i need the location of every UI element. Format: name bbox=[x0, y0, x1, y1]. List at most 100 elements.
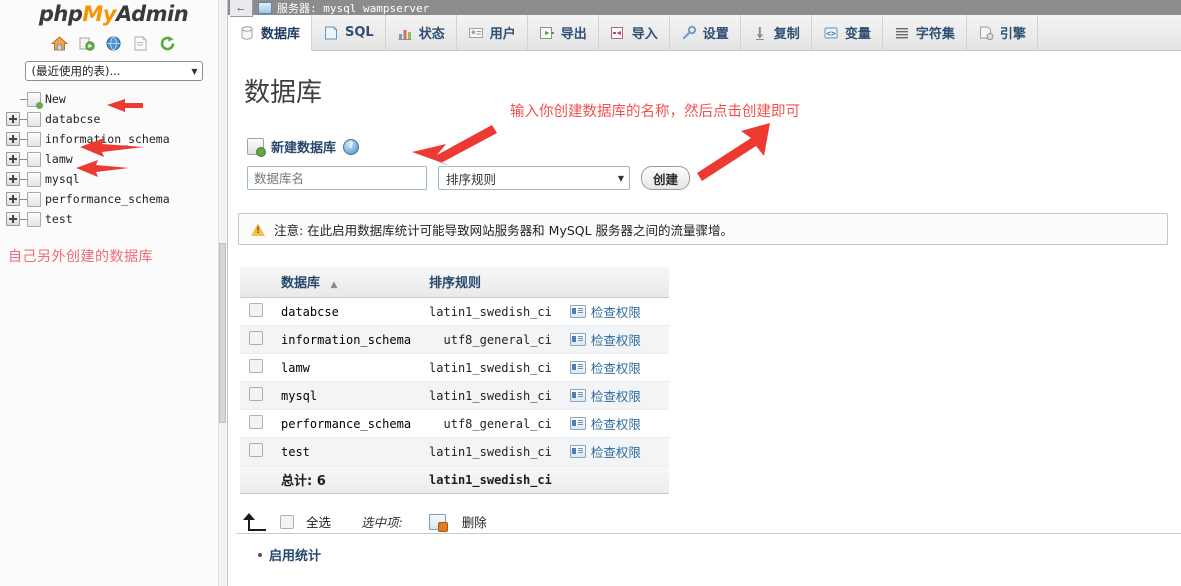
header-database[interactable]: 数据库 ▲ bbox=[272, 267, 421, 298]
check-privileges-label: 检查权限 bbox=[590, 445, 641, 460]
create-button[interactable]: 创建 bbox=[641, 166, 691, 190]
row-check-privileges[interactable]: 检查权限 bbox=[560, 353, 669, 382]
row-checkbox-cell[interactable] bbox=[240, 409, 272, 438]
tree-item-label: information_schema bbox=[45, 132, 170, 146]
tree-item-performance-schema[interactable]: performance_schema bbox=[6, 189, 227, 209]
check-privileges-label: 检查权限 bbox=[590, 361, 641, 376]
row-checkbox[interactable] bbox=[249, 359, 263, 373]
server-title-bar: 服务器: mysql wampserver bbox=[228, 0, 1181, 15]
create-database-form: 排序规则 ▼ 创建 bbox=[247, 166, 1181, 190]
sidebar-scrollbar-thumb[interactable] bbox=[219, 243, 226, 423]
row-collation: utf8_general_ci bbox=[420, 325, 561, 354]
privileges-icon bbox=[569, 417, 586, 430]
table-row[interactable]: information_schema utf8_general_ci 检查权限 bbox=[240, 325, 669, 354]
table-row[interactable]: performance_schema utf8_general_ci 检查权限 bbox=[240, 409, 669, 438]
table-row[interactable]: lamw latin1_swedish_ci 检查权限 bbox=[240, 353, 669, 382]
tree-item-label: New bbox=[45, 92, 66, 106]
logout-icon[interactable] bbox=[78, 35, 95, 52]
enable-statistics-row: 启用统计 bbox=[258, 545, 1181, 564]
row-database-name[interactable]: test bbox=[272, 437, 421, 466]
tree-item-lamw[interactable]: lamw bbox=[6, 149, 227, 169]
expand-plus-icon[interactable] bbox=[6, 152, 20, 166]
database-icon bbox=[27, 111, 41, 127]
tab-charsets[interactable]: 字符集 bbox=[883, 15, 967, 50]
phpmyadmin-logo[interactable]: phpMyAdmin bbox=[0, 0, 227, 28]
tab-sql[interactable]: SQL bbox=[312, 15, 386, 50]
header-collation[interactable]: 排序规则 bbox=[420, 267, 561, 298]
expand-plus-icon[interactable] bbox=[6, 132, 20, 146]
tab-engines[interactable]: 引擎 bbox=[967, 15, 1038, 50]
row-check-privileges[interactable]: 检查权限 bbox=[560, 381, 669, 410]
tree-item-information-schema[interactable]: information_schema bbox=[6, 129, 227, 149]
row-check-privileges[interactable]: 检查权限 bbox=[560, 297, 669, 326]
row-database-name[interactable]: mysql bbox=[272, 381, 421, 410]
tab-export[interactable]: 导出 bbox=[528, 15, 599, 50]
row-checkbox[interactable] bbox=[249, 387, 263, 401]
recent-tables-select[interactable]: (最近使用的表)... ▼ bbox=[24, 61, 203, 81]
tab-databases[interactable]: 数据库 bbox=[228, 15, 313, 51]
tree-item-new[interactable]: New bbox=[6, 89, 227, 109]
row-database-name[interactable]: information_schema bbox=[272, 325, 421, 354]
database-icon bbox=[27, 211, 41, 227]
row-checkbox[interactable] bbox=[249, 415, 263, 429]
select-all-checkbox[interactable] bbox=[280, 514, 294, 529]
tab-replication[interactable]: 复制 bbox=[741, 15, 812, 50]
databases-table: 数据库 ▲ 排序规则 databcse latin1_swedish_ci 检查 bbox=[240, 267, 669, 494]
tree-item-test[interactable]: test bbox=[6, 209, 227, 229]
tree-connector bbox=[20, 158, 27, 160]
tab-settings[interactable]: 设置 bbox=[670, 15, 741, 50]
database-icon bbox=[27, 151, 41, 167]
charset-icon bbox=[894, 25, 910, 41]
enable-statistics-link[interactable]: 启用统计 bbox=[269, 545, 321, 564]
tree-connector bbox=[20, 98, 27, 100]
documentation-globe-icon[interactable] bbox=[105, 35, 122, 52]
row-checkbox[interactable] bbox=[249, 303, 263, 317]
tab-users[interactable]: 用户 bbox=[457, 15, 528, 50]
tab-import[interactable]: 导入 bbox=[599, 15, 670, 50]
row-checkbox-cell[interactable] bbox=[240, 325, 272, 354]
row-database-name[interactable]: performance_schema bbox=[272, 409, 421, 438]
table-row[interactable]: mysql latin1_swedish_ci 检查权限 bbox=[240, 381, 669, 410]
row-checkbox-cell[interactable] bbox=[240, 353, 272, 382]
row-checkbox[interactable] bbox=[249, 331, 263, 345]
tab-variables[interactable]: <> 变量 bbox=[812, 15, 883, 50]
table-row[interactable]: databcse latin1_swedish_ci 检查权限 bbox=[240, 297, 669, 326]
docs-page-icon[interactable] bbox=[132, 35, 149, 52]
table-row[interactable]: test latin1_swedish_ci 检查权限 bbox=[240, 437, 669, 466]
tree-item-databcse[interactable]: databcse bbox=[6, 109, 227, 129]
row-database-name[interactable]: lamw bbox=[272, 353, 421, 382]
check-privileges-label: 检查权限 bbox=[590, 333, 641, 348]
sort-ascending-icon: ▲ bbox=[330, 280, 338, 290]
back-button[interactable]: ← bbox=[230, 0, 253, 17]
expand-plus-icon[interactable] bbox=[6, 172, 20, 186]
tab-label: 数据库 bbox=[261, 27, 301, 42]
tab-status[interactable]: 状态 bbox=[386, 15, 457, 50]
tree-item-label: test bbox=[45, 212, 73, 226]
tree-item-label: performance_schema bbox=[45, 192, 170, 206]
tree-item-mysql[interactable]: mysql bbox=[6, 169, 227, 189]
help-icon[interactable]: ? bbox=[343, 138, 360, 155]
server-title: 服务器: mysql wampserver bbox=[277, 1, 430, 15]
reload-icon[interactable] bbox=[159, 35, 176, 52]
home-icon[interactable] bbox=[51, 35, 68, 52]
expand-plus-icon[interactable] bbox=[6, 192, 20, 206]
expand-plus-icon[interactable] bbox=[6, 112, 20, 126]
row-check-privileges[interactable]: 检查权限 bbox=[560, 409, 669, 438]
new-database-icon bbox=[27, 91, 43, 109]
check-privileges-label: 检查权限 bbox=[590, 305, 641, 320]
export-icon bbox=[539, 25, 555, 41]
database-name-input[interactable] bbox=[247, 166, 427, 190]
tab-label: 引擎 bbox=[999, 27, 1026, 42]
row-checkbox[interactable] bbox=[249, 443, 263, 457]
drop-label[interactable]: 删除 bbox=[462, 512, 487, 531]
collation-select[interactable]: 排序规则 ▼ bbox=[438, 166, 630, 190]
row-checkbox-cell[interactable] bbox=[240, 297, 272, 326]
row-check-privileges[interactable]: 检查权限 bbox=[560, 325, 669, 354]
row-check-privileges[interactable]: 检查权限 bbox=[560, 437, 669, 466]
drop-icon[interactable] bbox=[428, 513, 448, 532]
row-checkbox-cell[interactable] bbox=[240, 381, 272, 410]
row-database-name[interactable]: databcse bbox=[272, 297, 421, 326]
row-checkbox-cell[interactable] bbox=[240, 437, 272, 466]
expand-plus-icon[interactable] bbox=[6, 212, 20, 226]
sidebar-scrollbar[interactable] bbox=[218, 0, 226, 586]
